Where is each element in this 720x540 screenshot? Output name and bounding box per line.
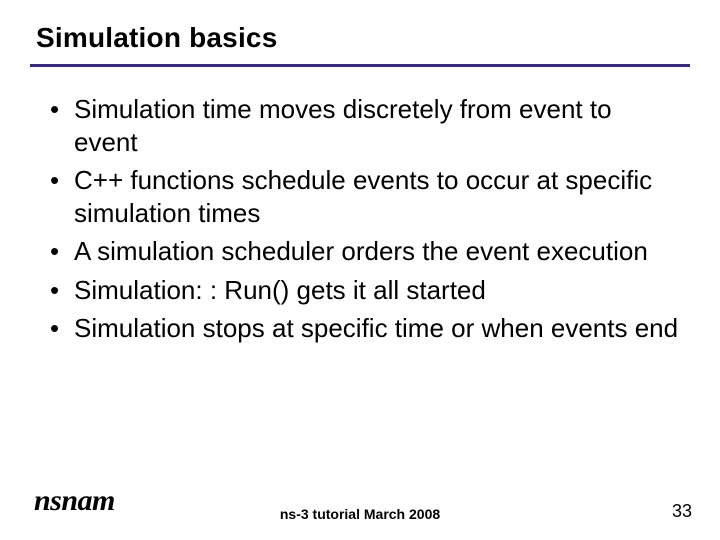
bullet-item: Simulation: : Run() gets it all started — [50, 274, 680, 307]
bullet-item: A simulation scheduler orders the event … — [50, 235, 680, 268]
title-divider — [30, 64, 690, 67]
bullet-list: Simulation time moves discretely from ev… — [50, 93, 680, 345]
page-number: 33 — [672, 501, 692, 522]
slide-title: Simulation basics — [36, 22, 690, 54]
slide: Simulation basics Simulation time moves … — [0, 0, 720, 540]
bullet-item: C++ functions schedule events to occur a… — [50, 164, 680, 229]
footer-text: ns-3 tutorial March 2008 — [0, 506, 720, 522]
bullet-item: Simulation stops at specific time or whe… — [50, 312, 680, 345]
bullet-item: Simulation time moves discretely from ev… — [50, 93, 680, 158]
